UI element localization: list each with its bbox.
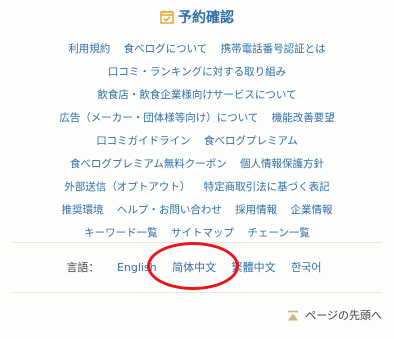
footer-link-row: 飲食店・飲食企業様向けサービスについて	[0, 84, 394, 107]
footer-link-row: 利用規約 食べログについて 携帯電話番号認証とは	[0, 38, 394, 61]
footer-link-row: 広告（メーカー・団体様等向け）について 機能改善要望	[0, 107, 394, 130]
link-sitemap[interactable]: サイトマップ	[171, 227, 234, 239]
link-premium[interactable]: 食べログプレミアム	[204, 135, 298, 147]
reservation-check-link[interactable]: 予約確認	[0, 8, 394, 30]
link-review-ranking-policy[interactable]: 口コミ・ランキングに対する取り組み	[108, 66, 286, 78]
link-feature-request[interactable]: 機能改善要望	[272, 112, 335, 124]
footer-links: 利用規約 食べログについて 携帯電話番号認証とは 口コミ・ランキングに対する取り…	[0, 38, 394, 245]
footer-link-row: 口コミ・ランキングに対する取り組み	[0, 61, 394, 84]
reservation-check-label: 予約確認	[178, 10, 234, 26]
link-phone-auth[interactable]: 携帯電話番号認証とは	[221, 43, 326, 55]
link-environment[interactable]: 推奨環境	[61, 204, 103, 216]
divider	[12, 242, 382, 243]
link-help-contact[interactable]: ヘルプ・お問い合わせ	[117, 204, 222, 216]
link-chains[interactable]: チェーン一覧	[247, 227, 309, 239]
language-selector: 言語： English 简体中文 繁體中文 한국어	[0, 258, 394, 278]
link-company[interactable]: 企業情報	[291, 204, 333, 216]
link-opt-out[interactable]: 外部送信（オプトアウト）	[64, 181, 190, 193]
link-careers[interactable]: 採用情報	[235, 204, 277, 216]
link-advertising[interactable]: 広告（メーカー・団体様等向け）について	[59, 112, 258, 124]
link-restaurant-services[interactable]: 飲食店・飲食企業様向けサービスについて	[97, 89, 296, 101]
page-top-label: ページの先頭へ	[305, 309, 382, 322]
calendar-check-icon	[160, 10, 174, 30]
link-commercial-law[interactable]: 特定商取引法に基づく表記	[204, 181, 330, 193]
page-top-link[interactable]: ページの先頭へ	[287, 306, 382, 329]
footer-link-row: 口コミガイドライン 食べログプレミアム	[0, 130, 394, 153]
link-review-guidelines[interactable]: 口コミガイドライン	[96, 135, 191, 147]
link-about-tabelog[interactable]: 食べログについて	[124, 43, 208, 55]
footer-link-row: 推奨環境 ヘルプ・お問い合わせ 採用情報 企業情報	[0, 199, 394, 222]
language-option-simplified-chinese[interactable]: 简体中文	[172, 261, 216, 274]
arrow-up-to-top-icon	[287, 309, 299, 329]
link-premium-coupon[interactable]: 食べログプレミアム無料クーポン	[70, 158, 227, 170]
divider	[12, 292, 382, 293]
language-option-english[interactable]: English	[117, 261, 157, 274]
link-privacy-policy[interactable]: 個人情報保護方針	[240, 158, 324, 170]
language-option-korean[interactable]: 한국어	[291, 261, 321, 274]
footer-page: 予約確認 利用規約 食べログについて 携帯電話番号認証とは 口コミ・ランキングに…	[0, 0, 394, 339]
footer-link-row: 外部送信（オプトアウト） 特定商取引法に基づく表記	[0, 176, 394, 199]
link-keywords[interactable]: キーワード一覧	[84, 227, 158, 239]
footer-link-row: 食べログプレミアム無料クーポン 個人情報保護方針	[0, 153, 394, 176]
link-terms[interactable]: 利用規約	[68, 43, 110, 55]
language-option-traditional-chinese[interactable]: 繁體中文	[232, 261, 276, 274]
language-label: 言語：	[66, 261, 100, 274]
